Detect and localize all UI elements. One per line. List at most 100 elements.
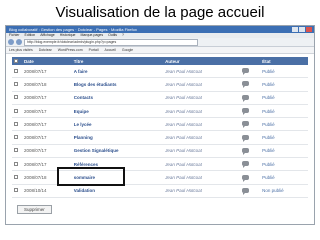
column-header-title[interactable]: Titre [72, 57, 163, 65]
url-input[interactable]: http://blog.exemple.fr/dotclear/admin/pl… [24, 38, 198, 46]
column-header-state[interactable]: État [260, 57, 308, 65]
row-title-link[interactable]: Contacts [71, 91, 164, 105]
row-checkbox[interactable] [14, 81, 18, 86]
row-state: Publié [260, 91, 308, 105]
select-all-checkbox[interactable] [14, 58, 18, 63]
row-date: 2008/07/17 [22, 117, 72, 132]
browser-title-bar: Blog collaboratif : Gestion des pages · … [6, 26, 314, 33]
row-date: 2008/07/17 [22, 130, 72, 145]
row-author: Jean Paul Hotcoat [163, 130, 240, 145]
row-state: Non publié [260, 184, 308, 198]
comment-icon [241, 108, 249, 116]
row-title-link[interactable]: Gestion Signalétique [71, 144, 164, 159]
row-date: 2008/07/17 [22, 144, 72, 159]
bookmark-item[interactable]: Accueil [105, 48, 116, 52]
row-state: Publié [260, 144, 308, 159]
comment-icon [241, 187, 249, 195]
table-row: 2008/07/17 Le lycée Jean Paul Hotcoat Publi… [12, 117, 308, 132]
navigation-bar: http://blog.exemple.fr/dotclear/admin/pl… [6, 38, 314, 47]
row-comments [239, 130, 261, 145]
row-title-link[interactable]: Blogs des étudiants [71, 77, 164, 92]
row-date: 2008/07/17 [22, 91, 72, 105]
comment-icon [241, 68, 249, 76]
bookmarks-bar: Les plus visités Dotclear WordPress.com Por… [6, 47, 314, 54]
row-author: Jean Paul Hotcoat [163, 91, 240, 105]
row-author: Jean Paul Hotcoat [163, 157, 240, 172]
row-comments [239, 170, 261, 185]
comment-icon [241, 147, 249, 155]
row-checkbox[interactable] [14, 135, 18, 140]
close-icon[interactable] [306, 27, 312, 32]
row-checkbox[interactable] [14, 108, 18, 113]
window-controls [292, 27, 312, 32]
row-title-link[interactable]: A faire [71, 65, 164, 79]
slide-title: Visualisation de la page accueil [55, 4, 265, 21]
row-checkbox[interactable] [14, 175, 18, 180]
menu-item[interactable]: Historique [60, 33, 76, 37]
table-row: 2008/10/14 Validation Jean Paul Hotcoat Non… [12, 184, 308, 198]
highlight-box [57, 167, 125, 186]
row-author: Jean Paul Hotcoat [163, 170, 240, 185]
row-author: Jean Paul Hotcoat [163, 104, 240, 119]
row-author: Jean Paul Hotcoat [163, 117, 240, 132]
bookmark-item[interactable]: Les plus visités [9, 48, 33, 52]
delete-button[interactable]: Supprimer [17, 204, 52, 214]
row-state: Publié [260, 130, 308, 145]
row-comments [239, 91, 261, 105]
bookmark-item[interactable]: Google [122, 48, 133, 52]
window-title: Blog collaboratif : Gestion des pages · … [9, 27, 137, 32]
back-icon[interactable] [8, 39, 14, 45]
row-checkbox[interactable] [14, 95, 18, 100]
row-state: Publié [260, 77, 308, 92]
table-row: 2008/07/17 A faire Jean Paul Hotcoat Publié [12, 65, 308, 79]
row-comments [239, 104, 261, 119]
row-title-link[interactable]: Validation [71, 184, 164, 198]
row-comments [239, 117, 261, 132]
row-state: Publié [260, 157, 308, 172]
table-row: 2008/07/18 Blogs des étudiants Jean Paul H… [12, 77, 308, 92]
row-checkbox[interactable] [14, 161, 18, 166]
row-author: Jean Paul Hotcoat [163, 144, 240, 159]
row-title-link[interactable]: Le lycée [71, 117, 164, 132]
row-checkbox[interactable] [14, 148, 18, 153]
column-header-author[interactable]: Auteur [163, 57, 239, 65]
row-checkbox[interactable] [14, 121, 18, 126]
table-header-row: Date Titre Auteur État [12, 57, 308, 65]
maximize-icon[interactable] [299, 27, 305, 32]
menu-item[interactable]: ? [122, 33, 124, 37]
menu-item[interactable]: Édition [25, 33, 36, 37]
row-checkbox[interactable] [14, 188, 18, 193]
row-state: Publié [260, 117, 308, 132]
bookmark-item[interactable]: WordPress.com [58, 48, 83, 52]
row-date: 2008/07/17 [22, 65, 72, 79]
table-row: 2008/07/17 Gestion Signalétique Jean Paul … [12, 144, 308, 159]
comment-icon [241, 161, 249, 169]
row-author: Jean Paul Hotcoat [163, 77, 240, 92]
row-date: 2008/07/17 [22, 104, 72, 119]
comment-icon [241, 94, 249, 102]
bookmark-item[interactable]: Dotclear [39, 48, 52, 52]
menu-item[interactable]: Fichier [9, 33, 20, 37]
column-header-date[interactable]: Date [22, 57, 72, 65]
minimize-icon[interactable] [292, 27, 298, 32]
browser-screenshot: Blog collaboratif : Gestion des pages · … [5, 25, 315, 225]
comment-icon [241, 121, 249, 129]
row-title-link[interactable]: Planning [71, 130, 164, 145]
row-author: Jean Paul Hotcoat [163, 65, 240, 79]
menu-item[interactable]: Affichage [40, 33, 55, 37]
page-content: Date Titre Auteur État 2008/07/17 A faire… [6, 54, 314, 222]
row-comments [239, 184, 261, 198]
row-state: Publié [260, 170, 308, 185]
forward-icon[interactable] [16, 39, 22, 45]
table-row: 2008/07/17 Equipe Jean Paul Hotcoat Publié [12, 104, 308, 119]
row-title-link[interactable]: Equipe [71, 104, 164, 119]
bookmark-item[interactable]: Portail [89, 48, 99, 52]
menu-item[interactable]: Marque-pages [81, 33, 104, 37]
menu-item[interactable]: Outils [108, 33, 117, 37]
row-author: Jean Paul Hotcoat [163, 184, 240, 198]
row-comments [239, 77, 261, 92]
table-row: 2008/07/17 Planning Jean Paul Hotcoat Publi… [12, 130, 308, 145]
row-comments [239, 144, 261, 159]
row-checkbox[interactable] [14, 68, 18, 73]
comment-icon [241, 134, 249, 142]
